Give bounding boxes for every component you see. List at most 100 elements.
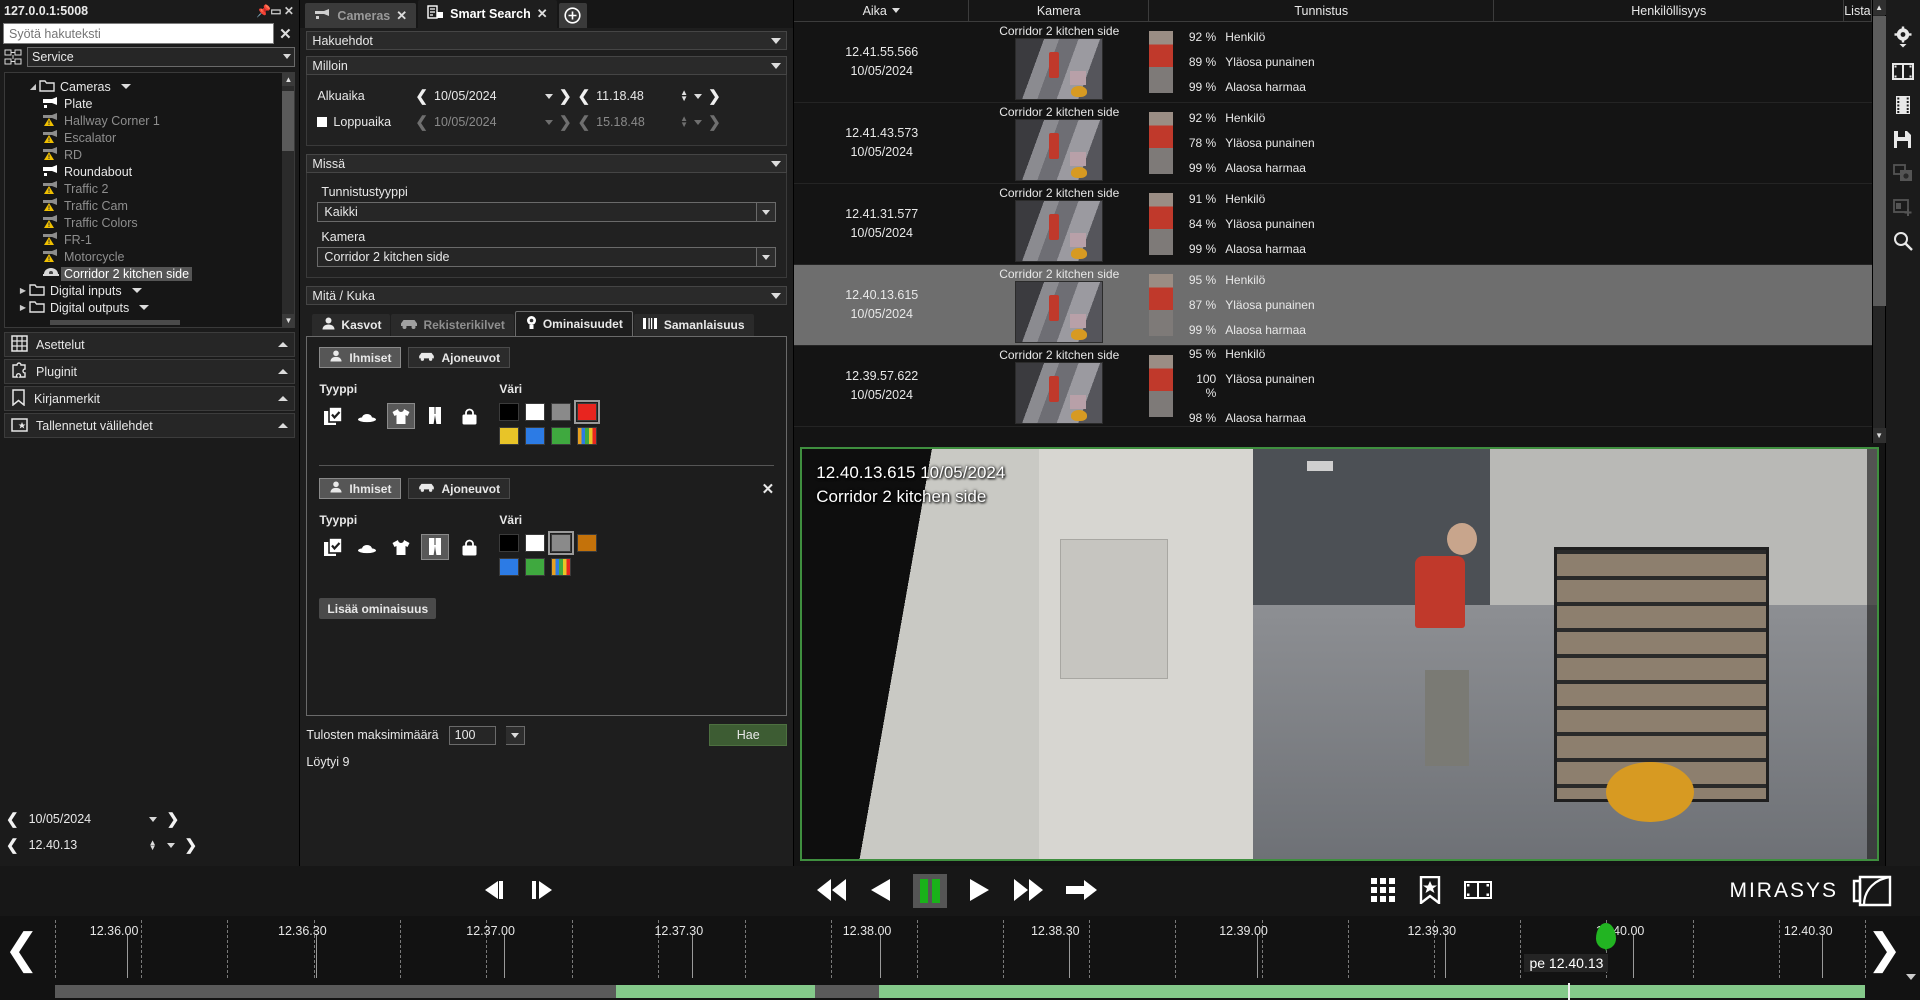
detection-crop-thumbnail[interactable]: [1149, 112, 1173, 174]
color-swatch-gray[interactable]: [551, 534, 571, 552]
type-shirt-icon[interactable]: [387, 403, 415, 429]
tree-item-motorcycle[interactable]: Motorcycle: [5, 248, 294, 265]
results-scrollbar[interactable]: ▲ ▼: [1872, 0, 1885, 443]
results-column-header-tunnistus[interactable]: Tunnistus: [1149, 0, 1494, 21]
save-icon[interactable]: [1892, 128, 1914, 150]
color-swatch-yellow[interactable]: [499, 427, 519, 445]
sidebar-section-asettelut[interactable]: Asettelut: [4, 332, 295, 357]
tab-cameras[interactable]: Cameras✕: [305, 3, 416, 28]
end-date-prev-icon[interactable]: ❮: [415, 113, 428, 131]
profile-selector[interactable]: Service: [4, 47, 295, 67]
detection-crop-thumbnail[interactable]: [1149, 31, 1173, 93]
add-tab-button[interactable]: [559, 3, 587, 28]
play-back-icon[interactable]: [868, 876, 894, 907]
search-input[interactable]: [3, 23, 274, 44]
close-tab-icon[interactable]: ✕: [537, 6, 548, 22]
tree-item-rd[interactable]: RD: [5, 146, 294, 163]
chevron-up-icon[interactable]: [278, 369, 288, 374]
timeline-next-icon[interactable]: ❯: [1867, 928, 1902, 970]
chevron-up-icon[interactable]: [278, 342, 288, 347]
pin-icon[interactable]: 📌: [256, 4, 269, 18]
chevron-down-icon[interactable]: [121, 84, 131, 89]
color-swatch-blue[interactable]: [499, 558, 519, 576]
tree-hscrollbar[interactable]: [50, 320, 180, 325]
start-time-spinner-icon[interactable]: ▲▼: [680, 90, 688, 102]
bookmark-icon[interactable]: [1418, 876, 1442, 907]
results-column-header-aika[interactable]: Aika: [794, 0, 969, 21]
type-pants-icon[interactable]: [421, 403, 449, 429]
color-swatch-multicolor[interactable]: [551, 558, 571, 576]
time-dropdown-icon[interactable]: [167, 843, 175, 848]
step-back-icon[interactable]: [482, 879, 510, 904]
end-clock-prev-icon[interactable]: ❮: [578, 113, 591, 131]
tree-item-traffic-2[interactable]: Traffic 2: [5, 180, 294, 197]
detection-type-select[interactable]: Kaikki: [317, 202, 776, 222]
attribute-tab-ominaisuudet[interactable]: Ominaisuudet: [515, 311, 633, 336]
time-spinner-icon[interactable]: ▲▼: [149, 840, 157, 850]
sidebar-time-picker[interactable]: ❮ 12.40.13 ▲▼ ❯: [0, 832, 299, 858]
results-column-header-henkilöllisyys[interactable]: Henkilöllisyys: [1494, 0, 1844, 21]
chevron-up-icon[interactable]: [278, 423, 288, 428]
add-attribute-button[interactable]: Lisää ominaisuus: [319, 598, 436, 619]
expand-icon[interactable]: ▶: [17, 286, 29, 295]
attribute-tab-kasvot[interactable]: Kasvot: [312, 314, 390, 336]
color-swatch-green[interactable]: [525, 558, 545, 576]
sidebar-date-picker[interactable]: ❮ 10/05/2024 ❯: [0, 806, 299, 832]
rewind-icon[interactable]: [815, 876, 849, 907]
color-swatch-gray[interactable]: [551, 403, 571, 421]
max-results-dropdown-icon[interactable]: [506, 726, 525, 745]
detection-crop-thumbnail[interactable]: [1149, 193, 1173, 255]
tree-item-digital-outputs[interactable]: ▶Digital outputs: [5, 299, 294, 316]
camera-dropdown-icon[interactable]: [756, 248, 775, 266]
end-time-checkbox[interactable]: [317, 117, 327, 127]
play-icon[interactable]: [966, 876, 992, 907]
filmstrip-icon[interactable]: [1892, 94, 1914, 116]
start-time-dropdown-icon[interactable]: [694, 94, 702, 99]
search-icon[interactable]: [1892, 230, 1914, 252]
date-next-icon[interactable]: ❯: [167, 810, 180, 828]
when-header[interactable]: Milloin: [306, 56, 787, 75]
profile-value-box[interactable]: Service: [27, 47, 295, 67]
result-thumbnail[interactable]: [1015, 38, 1103, 100]
sidebar-section-tallennetut-v-lilehdet[interactable]: Tallennetut välilehdet: [4, 413, 295, 438]
minimize-icon[interactable]: ▭: [269, 4, 282, 18]
end-date-next-icon[interactable]: ❯: [559, 113, 572, 131]
layout-icon[interactable]: [1892, 60, 1914, 82]
date-prev-icon[interactable]: ❮: [6, 810, 19, 828]
result-row[interactable]: 12.41.43.57310/05/2024Corridor 2 kitchen…: [794, 103, 1871, 184]
result-row[interactable]: 12.41.55.56610/05/2024Corridor 2 kitchen…: [794, 22, 1871, 103]
tree-scroll-down-icon[interactable]: ▼: [282, 314, 294, 327]
close-tab-icon[interactable]: ✕: [396, 8, 407, 24]
type-shirt-icon[interactable]: [387, 534, 415, 560]
result-thumbnail[interactable]: [1015, 119, 1103, 181]
type-hat-icon[interactable]: [353, 403, 381, 429]
date-dropdown-icon[interactable]: [149, 817, 157, 822]
end-clock-next-icon[interactable]: ❯: [708, 113, 721, 131]
jump-end-icon[interactable]: [1064, 876, 1098, 907]
remove-attribute-block-icon[interactable]: ✕: [762, 480, 775, 498]
expand-icon[interactable]: ▶: [17, 303, 29, 312]
camera-select[interactable]: Corridor 2 kitchen side: [317, 247, 776, 267]
start-clock-next-icon[interactable]: ❯: [708, 87, 721, 105]
criteria-header[interactable]: Hakuehdot: [306, 31, 787, 50]
result-row[interactable]: 12.41.31.57710/05/2024Corridor 2 kitchen…: [794, 184, 1871, 265]
color-swatch-white[interactable]: [525, 534, 545, 552]
timeline-options-icon[interactable]: [1906, 974, 1916, 980]
grid-icon[interactable]: [1370, 877, 1396, 906]
tab-smart-search[interactable]: Smart Search✕: [418, 0, 557, 28]
timeline-track[interactable]: [55, 985, 1865, 998]
sidebar-section-kirjanmerkit[interactable]: Kirjanmerkit: [4, 386, 295, 411]
timeline-prev-icon[interactable]: ❮: [4, 928, 39, 970]
end-date-dropdown-icon[interactable]: [545, 120, 553, 125]
tree-item-corridor-2-kitchen-side[interactable]: Corridor 2 kitchen side: [5, 265, 294, 282]
type-all-icon[interactable]: [319, 534, 347, 560]
people-toggle[interactable]: Ihmiset: [319, 347, 401, 368]
clear-search-icon[interactable]: ✕: [274, 25, 296, 43]
pause-button[interactable]: [913, 874, 947, 908]
end-time-dropdown-icon[interactable]: [694, 120, 702, 125]
export-icon[interactable]: [1892, 162, 1914, 184]
scroll-up-icon[interactable]: ▲: [1873, 0, 1886, 15]
chevron-down-icon[interactable]: [132, 288, 142, 293]
type-hat-icon[interactable]: [353, 534, 381, 560]
max-results-value[interactable]: 100: [449, 726, 496, 745]
